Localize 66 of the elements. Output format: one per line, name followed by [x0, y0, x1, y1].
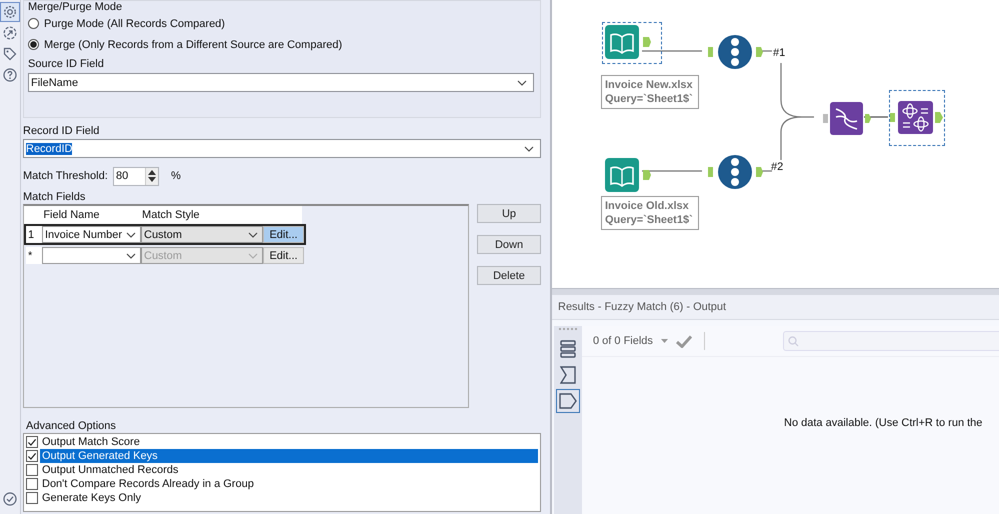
chevron-icon: [126, 232, 136, 238]
match-style-dropdown[interactable]: Custom: [141, 226, 263, 243]
checkbox[interactable]: [26, 478, 38, 490]
tool-tab[interactable]: [0, 2, 20, 22]
threshold-spinner[interactable]: 80: [113, 166, 159, 186]
radio-button[interactable]: [28, 39, 39, 50]
annotation-line: Query=`Sheet1$`: [605, 92, 694, 106]
field-label: Record ID Field: [23, 124, 100, 138]
option-item[interactable]: Output Match Score: [40, 435, 538, 449]
output-view-tab[interactable]: [556, 389, 580, 413]
unit-label: %: [171, 170, 181, 182]
input-tool-node[interactable]: [602, 22, 662, 64]
field-label: Match Fields: [23, 190, 86, 204]
grid-button[interactable]: Down: [477, 235, 541, 254]
up-arrow-icon: [148, 170, 156, 175]
edit-button[interactable]: Edit...: [263, 226, 304, 243]
connection-label: #1: [773, 47, 786, 59]
field-label: Advanced Options: [25, 419, 117, 433]
chevron-icon: [248, 232, 258, 238]
annotation-line: Invoice New.xlsx: [605, 78, 694, 92]
checkbox[interactable]: [26, 436, 38, 448]
empty-message: No data available. (Use Ctrl+R to run the: [784, 416, 982, 428]
checkbox[interactable]: [26, 450, 38, 462]
tool-node[interactable]: [889, 90, 945, 146]
connection-label: #2: [771, 161, 784, 173]
down-arrow-icon: [148, 177, 156, 182]
radio-button[interactable]: [28, 18, 39, 29]
annotation-line: Query=`Sheet1$`: [605, 213, 694, 227]
option-item[interactable]: Generate Keys Only: [40, 491, 538, 505]
record-id-dropdown[interactable]: RecordID: [23, 139, 541, 158]
connector-line: [642, 50, 702, 52]
checkmark-icon[interactable]: [676, 334, 692, 348]
help-icon: [3, 68, 17, 82]
fields-selector[interactable]: 0 of 0 Fields: [593, 335, 653, 347]
row-marker: *: [26, 247, 42, 264]
row-marker: 1: [26, 226, 42, 243]
group-title: Merge/Purge Mode: [28, 1, 124, 13]
field-label: Match Threshold:: [23, 170, 109, 182]
source-id-dropdown[interactable]: FileName: [28, 73, 534, 92]
radio-label: Merge (Only Records from a Different Source are Compared): [44, 38, 342, 50]
radio-label: Purge Mode (All Records Compared): [44, 18, 225, 30]
grid-button[interactable]: Up: [477, 204, 541, 223]
annotation-line: Invoice Old.xlsx: [605, 199, 690, 213]
search-icon: [788, 336, 799, 346]
caret-icon[interactable]: [660, 339, 668, 343]
checkbox[interactable]: [26, 492, 38, 504]
tag-icon: [3, 47, 17, 61]
option-item[interactable]: Output Unmatched Records: [40, 463, 538, 477]
option-item[interactable]: Don't Compare Records Already in a Group: [40, 477, 538, 491]
field-name-dropdown[interactable]: Invoice Number: [42, 226, 141, 243]
checkbox[interactable]: [26, 464, 38, 476]
option-item[interactable]: Output Generated Keys: [40, 449, 538, 463]
chevron-icon: [248, 252, 258, 258]
connector-line: [864, 116, 888, 118]
grid-button[interactable]: Delete: [477, 266, 541, 285]
chevron-icon: [126, 252, 136, 258]
check-circle-icon: [3, 492, 17, 506]
field-label: Source ID Field: [28, 57, 105, 71]
arrow-circle-icon: [3, 26, 17, 40]
chevron-icon: [524, 146, 534, 152]
chevron-icon: [517, 80, 527, 86]
panel-title: Results - Fuzzy Match (6) - Output: [558, 301, 726, 313]
fuzzy-match-tool-node[interactable]: [822, 100, 874, 138]
search-field[interactable]: [782, 331, 999, 351]
connector-line: [642, 170, 702, 172]
settings-icon: [3, 5, 17, 19]
